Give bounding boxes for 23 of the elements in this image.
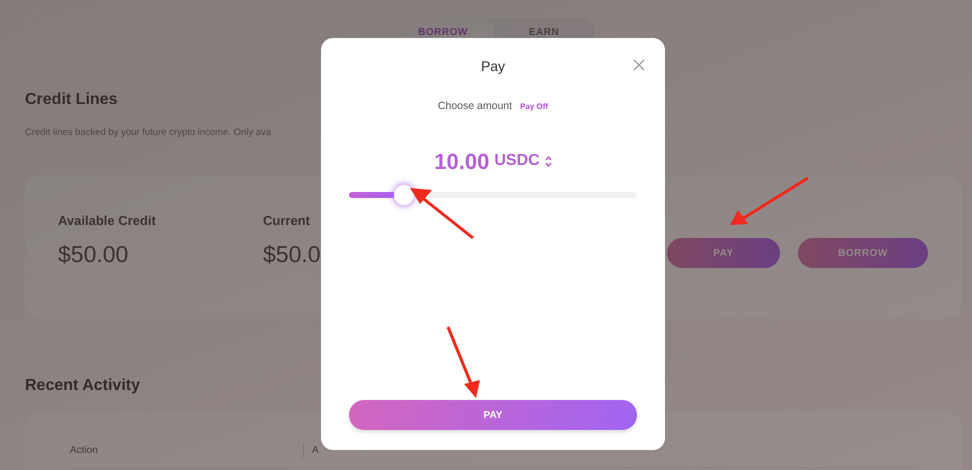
- stat-label: Current: [263, 212, 311, 230]
- slider-thumb[interactable]: [394, 184, 414, 205]
- slider-fill: [349, 192, 394, 198]
- currency-label: USDC: [494, 151, 540, 172]
- borrow-button[interactable]: BORROW: [798, 238, 928, 268]
- amount-slider[interactable]: [349, 184, 637, 205]
- stat-value: $50.0: [263, 240, 322, 269]
- section-description: Credit lines backed by your future crypto income. Only ava: [25, 126, 272, 140]
- pay-button[interactable]: PAY: [667, 238, 780, 268]
- sort-icon[interactable]: [544, 154, 552, 168]
- annotation-arrow: [446, 326, 480, 398]
- column-header: Action: [70, 444, 99, 458]
- pay-button[interactable]: PAY: [349, 400, 637, 430]
- amount-value: 10.00: [434, 148, 490, 176]
- amount-label: Choose amount: [438, 99, 512, 114]
- section-title: Credit Lines: [25, 90, 118, 110]
- stat-label: Available Credit: [58, 212, 157, 230]
- annotation-arrow: [410, 188, 474, 240]
- close-icon[interactable]: [633, 59, 645, 71]
- stat-value: $50.00: [58, 240, 130, 269]
- section-title: Recent Activity: [25, 376, 140, 396]
- dialog-title: Pay: [480, 57, 506, 76]
- pay-off-link[interactable]: Pay Off: [520, 100, 548, 113]
